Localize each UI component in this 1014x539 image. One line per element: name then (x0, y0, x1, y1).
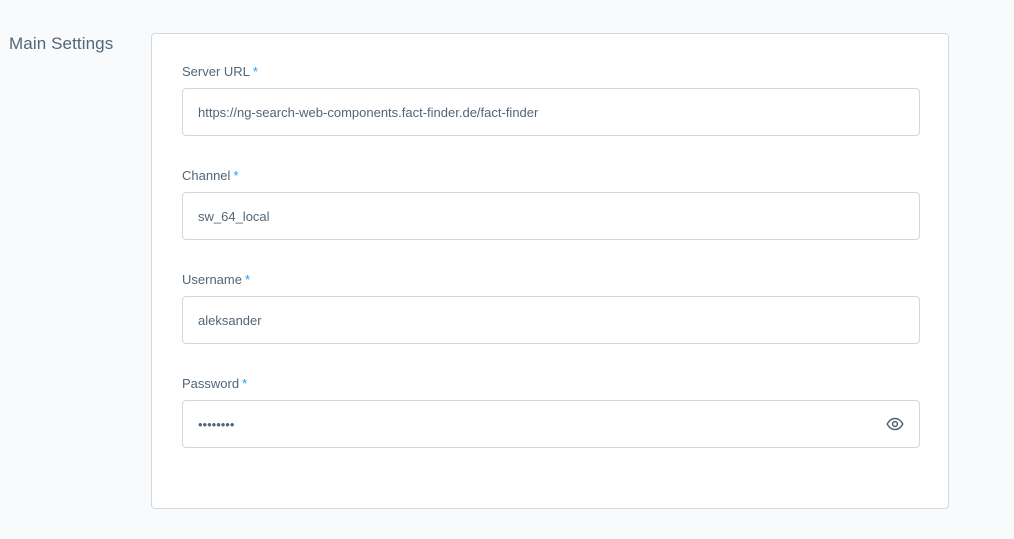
username-input-wrapper (182, 296, 920, 344)
username-label-text: Username (182, 272, 242, 287)
server-url-input[interactable] (183, 89, 919, 135)
channel-input-wrapper (182, 192, 920, 240)
channel-input[interactable] (183, 193, 919, 239)
required-marker: * (244, 272, 251, 287)
server-url-label-text: Server URL (182, 64, 250, 79)
required-marker: * (233, 168, 239, 183)
username-field: Username * (182, 272, 920, 344)
eye-icon[interactable] (886, 417, 904, 431)
password-field: Password * (182, 376, 920, 448)
server-url-field: Server URL * (182, 64, 920, 136)
password-label-text: Password (182, 376, 240, 391)
required-marker: * (252, 64, 258, 79)
channel-label: Channel * (182, 168, 920, 184)
section-title: Main Settings (9, 34, 114, 53)
channel-field: Channel * (182, 168, 920, 240)
server-url-label: Server URL * (182, 64, 920, 80)
password-input[interactable] (183, 401, 919, 447)
channel-label-text: Channel (182, 168, 231, 183)
password-label: Password * (182, 376, 920, 392)
username-input[interactable] (183, 297, 919, 343)
required-marker: * (242, 376, 248, 391)
settings-card: Server URL* Channel* Username* Password* (151, 33, 949, 509)
server-url-input-wrapper (182, 88, 920, 136)
password-input-wrapper (182, 400, 920, 448)
username-label: Username * (182, 272, 920, 288)
